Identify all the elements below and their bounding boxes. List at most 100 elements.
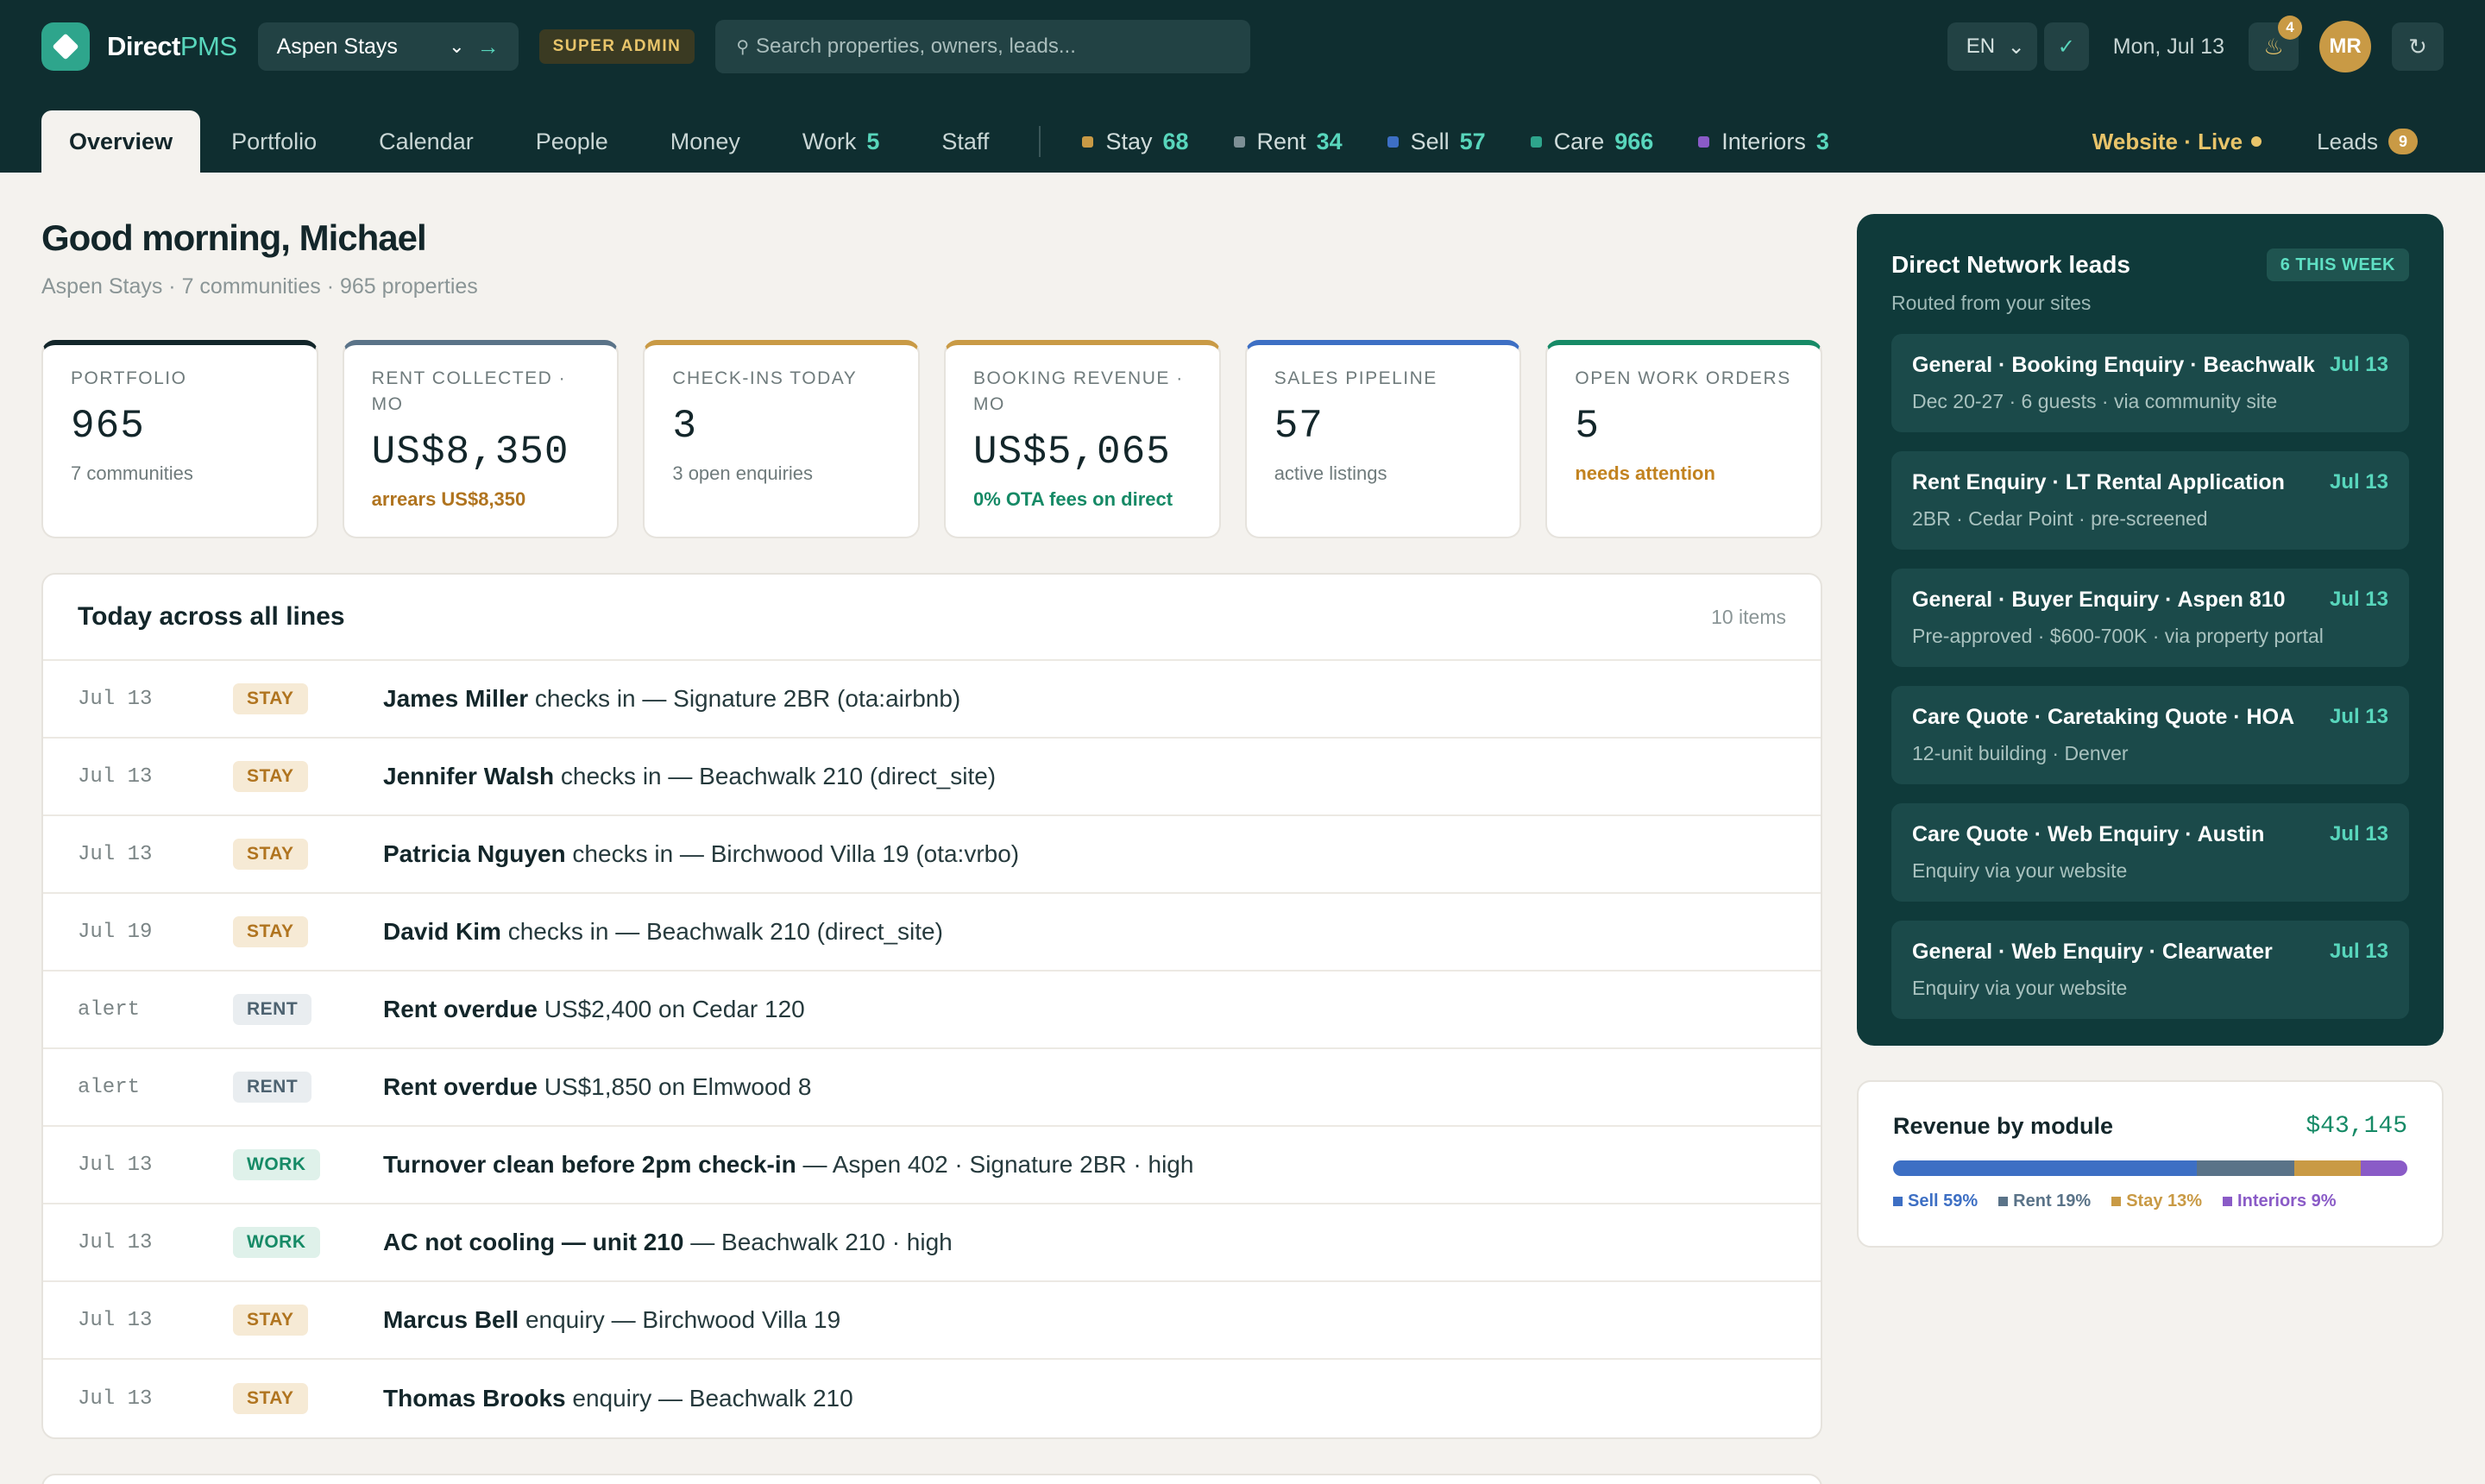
row-text: Rent overdue US$2,400 on Cedar 120: [383, 996, 805, 1023]
table-row[interactable]: Jul 19 STAY David Kim checks in — Beachw…: [43, 894, 1821, 972]
row-subject: Marcus Bell: [383, 1306, 519, 1333]
revenue-segment-sell[interactable]: [1893, 1160, 2197, 1176]
lead-date: Jul 13: [2329, 940, 2388, 963]
row-text: James Miller checks in — Signature 2BR (…: [383, 685, 960, 713]
tab-label: Portfolio: [231, 128, 318, 154]
row-subject: Turnover clean before 2pm check-in: [383, 1151, 796, 1178]
lead-card[interactable]: Care Quote · Web Enquiry · Austin Jul 13 …: [1891, 803, 2409, 902]
module-sell[interactable]: Sell 57: [1365, 110, 1508, 173]
table-row[interactable]: alert RENT Rent overdue US$1,850 on Elmw…: [43, 1049, 1821, 1127]
lead-description: Enquiry via your website: [1912, 977, 2128, 999]
chevron-down-icon: ⌄: [449, 35, 465, 57]
tab-calendar[interactable]: Calendar: [348, 110, 505, 173]
revenue-segment-stay[interactable]: [2293, 1160, 2362, 1176]
row-detail: enquiry — Birchwood Villa 19: [519, 1306, 841, 1333]
today-count: 10 items: [1711, 605, 1786, 628]
notifications-button[interactable]: ♨ 4: [2249, 16, 2302, 71]
tab-staff[interactable]: Staff: [910, 110, 1020, 173]
row-detail: checks in — Beachwalk 210 (direct_site): [554, 763, 997, 789]
table-row[interactable]: Jul 13 STAY Thomas Brooks enquiry — Beac…: [43, 1360, 1821, 1437]
kpi-card-rent-collected[interactable]: RENT COLLECTED · MO US$8,350 arrears US$…: [342, 340, 620, 538]
kpi-card-work-orders[interactable]: OPEN WORK ORDERS 5 needs attention: [1545, 340, 1823, 538]
lead-date: Jul 13: [2329, 353, 2388, 376]
search-input[interactable]: [756, 35, 1230, 59]
table-row[interactable]: Jul 13 WORK Turnover clean before 2pm ch…: [43, 1127, 1821, 1204]
kpi-card-portfolio[interactable]: PORTFOLIO 965 7 communities: [41, 340, 318, 538]
tab-label: Staff: [941, 128, 990, 154]
tab-money[interactable]: Money: [639, 110, 771, 173]
lead-description: Enquiry via your website: [1912, 859, 2128, 882]
module-care[interactable]: Care 966: [1508, 110, 1677, 173]
main-nav: Overview Portfolio Calendar People Money…: [41, 110, 2444, 173]
nav-divider: [1039, 126, 1041, 157]
tab-work[interactable]: Work 5: [771, 110, 911, 173]
tab-overview[interactable]: Overview: [41, 110, 201, 173]
refresh-button[interactable]: ↻: [2392, 22, 2444, 71]
module-interiors[interactable]: Interiors 3: [1676, 110, 1852, 173]
role-badge: SUPER ADMIN: [538, 29, 695, 64]
website-status-link[interactable]: Website · Live: [2075, 110, 2279, 173]
kpi-value: 5: [1575, 404, 1600, 449]
lead-title: General · Web Enquiry · Clearwater: [1912, 940, 2273, 964]
legend-label: Rent 19%: [2013, 1192, 2092, 1210]
leads-nav-link[interactable]: Leads 9: [2279, 110, 2444, 173]
legend-item-sell: Sell 59%: [1893, 1192, 1978, 1211]
row-detail: — Beachwalk 210 · high: [683, 1229, 953, 1255]
lead-title: Rent Enquiry · LT Rental Application: [1912, 470, 2285, 494]
table-row[interactable]: Jul 13 STAY Jennifer Walsh checks in — B…: [43, 739, 1821, 816]
lead-card[interactable]: Rent Enquiry · LT Rental Application Jul …: [1891, 451, 2409, 550]
legend-label: Interiors 9%: [2237, 1192, 2337, 1210]
kpi-hint: active listings: [1274, 462, 1387, 484]
search-box[interactable]: ⚲: [715, 20, 1251, 73]
logo-icon[interactable]: [41, 22, 90, 71]
lead-date: Jul 13: [2329, 588, 2388, 611]
lead-card[interactable]: Care Quote · Caretaking Quote · HOA Jul 1…: [1891, 686, 2409, 784]
kpi-row: PORTFOLIO 965 7 communities RENT COLLECT…: [41, 340, 1823, 538]
row-detail: US$2,400 on Cedar 120: [537, 996, 805, 1022]
leads-panel-header: Direct Network leads 6 THIS WEEK: [1891, 248, 2409, 281]
kpi-card-sales-pipeline[interactable]: SALES PIPELINE 57 active listings: [1244, 340, 1522, 538]
kpi-label: BOOKING REVENUE · MO: [973, 368, 1184, 414]
revenue-segment-rent[interactable]: [2196, 1160, 2294, 1176]
legend-swatch: [2223, 1197, 2233, 1206]
kpi-value: 57: [1274, 404, 1324, 449]
lead-card[interactable]: General · Web Enquiry · Clearwater Jul 13…: [1891, 921, 2409, 1019]
legend-item-rent: Rent 19%: [1998, 1192, 2091, 1211]
table-row[interactable]: alert RENT Rent overdue US$2,400 on Ceda…: [43, 972, 1821, 1049]
kpi-card-check-ins[interactable]: CHECK-INS TODAY 3 3 open enquiries: [643, 340, 921, 538]
row-text: AC not cooling — unit 210 — Beachwalk 21…: [383, 1229, 953, 1256]
revenue-header: Revenue by module $43,145: [1893, 1113, 2407, 1140]
org-select-value: Aspen Stays: [276, 34, 398, 59]
module-rent[interactable]: Rent 34: [1211, 110, 1365, 173]
row-subject: AC not cooling — unit 210: [383, 1229, 684, 1255]
table-row[interactable]: Jul 13 WORK AC not cooling — unit 210 — …: [43, 1204, 1821, 1282]
table-row[interactable]: Jul 13 STAY James Miller checks in — Sig…: [43, 661, 1821, 739]
kpi-value: US$8,350: [371, 430, 569, 475]
user-avatar[interactable]: MR: [2319, 21, 2371, 72]
lead-title: General · Booking Enquiry · Beachwalk: [1912, 353, 2315, 377]
lead-card[interactable]: General · Buyer Enquiry · Aspen 810 Jul 1…: [1891, 569, 2409, 667]
confirm-button[interactable]: ✓: [2043, 22, 2089, 71]
module-dot: [1530, 135, 1542, 148]
table-row[interactable]: Jul 13 STAY Marcus Bell enquiry — Birchw…: [43, 1282, 1821, 1360]
row-tag: STAY: [233, 839, 308, 870]
org-select[interactable]: Aspen Stays ⌄ →: [257, 22, 519, 71]
row-subject: Thomas Brooks: [383, 1385, 566, 1412]
module-count: 3: [1815, 128, 1829, 154]
row-detail: checks in — Birchwood Villa 19 (ota:vrbo…: [565, 840, 1020, 867]
kpi-label: SALES PIPELINE: [1274, 368, 1438, 388]
brand-name[interactable]: DirectPMS: [107, 31, 237, 62]
revenue-segment-interiors[interactable]: [2361, 1160, 2407, 1176]
arrow-right-icon[interactable]: →: [477, 34, 500, 60]
module-stay[interactable]: Stay 68: [1060, 110, 1211, 173]
kpi-hint: needs attention: [1575, 462, 1715, 484]
leads-count-badge: 9: [2388, 129, 2418, 154]
tab-people[interactable]: People: [505, 110, 639, 173]
direct-network-leads-panel: Direct Network leads 6 THIS WEEK Routed …: [1857, 214, 2444, 1046]
table-row[interactable]: Jul 13 STAY Patricia Nguyen checks in — …: [43, 816, 1821, 894]
kpi-card-booking-revenue[interactable]: BOOKING REVENUE · MO US$5,065 0% OTA fee…: [944, 340, 1221, 538]
lead-card[interactable]: General · Booking Enquiry · Beachwalk Jul…: [1891, 334, 2409, 432]
tab-portfolio[interactable]: Portfolio: [200, 110, 348, 173]
language-select[interactable]: EN ⌄: [1947, 22, 2037, 71]
lead-description: Dec 20-27 · 6 guests · via community sit…: [1912, 390, 2278, 412]
